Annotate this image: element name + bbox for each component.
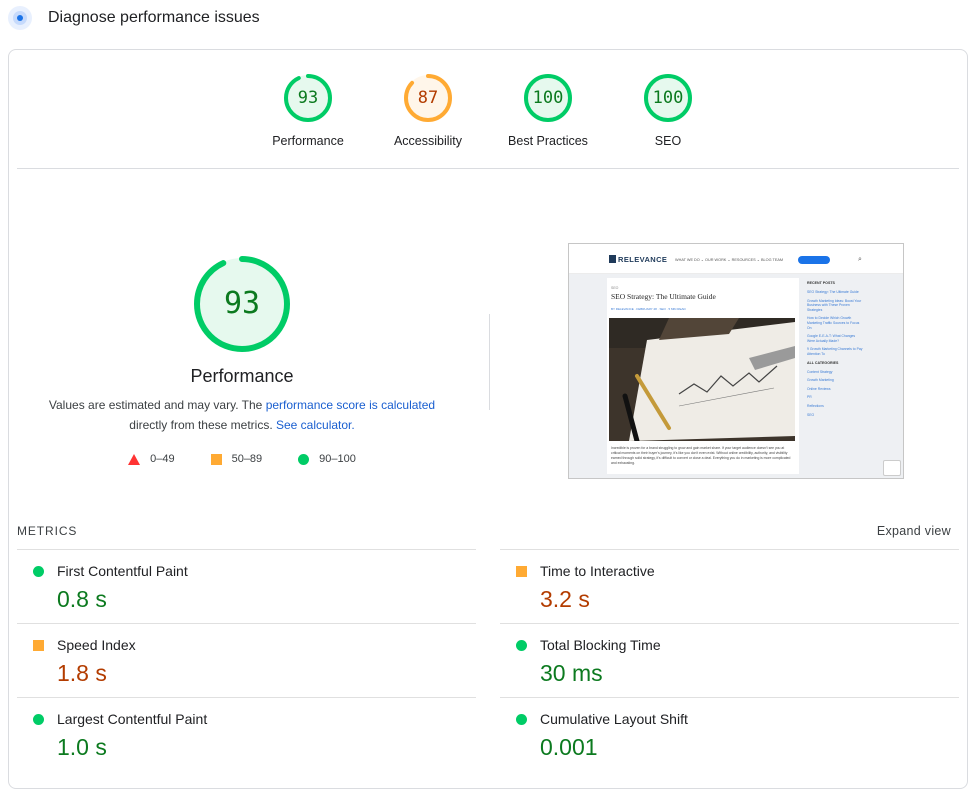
metric-name: Time to Interactive <box>540 563 655 579</box>
thumb-sidebar-link: Online Reviews <box>807 387 863 392</box>
thumb-logo: RELEVANCE <box>609 255 667 264</box>
thumb-cta-button <box>798 256 830 264</box>
thumb-sidebar-link: PR <box>807 395 863 400</box>
gauge-label: SEO <box>608 134 728 148</box>
legend-average: 50–89 <box>211 453 263 465</box>
expand-view-button[interactable]: Expand view <box>877 524 951 538</box>
metric-speed-index: Speed Index 1.8 s <box>17 623 476 697</box>
thumb-sidebar-heading: ALL CATEGORIES <box>807 361 899 365</box>
thumb-article-text: Incredible is proven for a brand struggl… <box>611 446 791 466</box>
performance-title: Performance <box>35 366 449 387</box>
gauge-label: Accessibility <box>368 134 488 148</box>
performance-score: 93 <box>192 254 292 354</box>
performance-summary: 93 Performance Values are estimated and … <box>35 254 449 465</box>
metric-largest-contentful-paint: Largest Contentful Paint 1.0 s <box>17 697 476 771</box>
category-gauges: 93 Performance 87 Accessibility 100 Best… <box>9 50 967 170</box>
desc-text: directly from these metrics. <box>129 418 272 432</box>
gauge-label: Performance <box>248 134 368 148</box>
lighthouse-icon <box>8 6 32 30</box>
thumb-sidebar-link: SEO <box>807 413 863 418</box>
metrics-column-left: First Contentful Paint 0.8 s Speed Index… <box>17 549 476 771</box>
gauge-score: 100 <box>488 72 608 124</box>
thumb-sidebar-link: Content Strategy <box>807 370 863 375</box>
average-square-icon <box>516 566 527 577</box>
thumb-sidebar-link: 9 Growth Marketing Channels to Pay Atten… <box>807 347 863 356</box>
metric-name: Cumulative Layout Shift <box>540 711 688 727</box>
thumb-article-meta: BY RELEVANCE · FEBRUARY 28 · SEO · 5 MIN… <box>611 307 686 311</box>
gauge-label: Best Practices <box>488 134 608 148</box>
thumb-article-title: SEO Strategy: The Ultimate Guide <box>611 292 716 301</box>
thumb-sidebar-link: Reflections <box>807 404 863 409</box>
metric-name: Largest Contentful Paint <box>57 711 207 727</box>
gauge-seo[interactable]: 100 SEO <box>608 72 728 148</box>
thumb-menu: WHAT WE DO ⌄ OUR WORK ⌄ RESOURCES ⌄ BLOG… <box>675 257 783 262</box>
metric-value: 0.8 s <box>57 586 107 613</box>
page-screenshot: RELEVANCE WHAT WE DO ⌄ OUR WORK ⌄ RESOUR… <box>568 243 904 479</box>
thumb-sidebar: RECENT POSTS SEO Strategy: The Ultimate … <box>807 278 899 474</box>
metrics-column-right: Time to Interactive 3.2 s Total Blocking… <box>500 549 959 771</box>
see-calculator-link[interactable]: See calculator. <box>276 418 355 432</box>
legend-pass: 90–100 <box>298 453 356 465</box>
section-header[interactable]: Diagnose performance issues <box>8 4 260 32</box>
recaptcha-icon <box>883 460 901 476</box>
metric-total-blocking-time: Total Blocking Time 30 ms <box>500 623 959 697</box>
metric-cumulative-layout-shift: Cumulative Layout Shift 0.001 <box>500 697 959 771</box>
legend-range: 50–89 <box>232 453 263 465</box>
gauge-score: 93 <box>248 72 368 124</box>
search-icon: ⌕ <box>858 256 862 264</box>
section-title: Diagnose performance issues <box>48 9 260 27</box>
gauge-score: 87 <box>368 72 488 124</box>
average-square-icon <box>33 640 44 651</box>
pass-circle-icon <box>516 714 527 725</box>
metric-value: 30 ms <box>540 660 603 687</box>
score-calculated-link[interactable]: performance score is calculated <box>266 398 435 412</box>
legend-range: 0–49 <box>150 453 174 465</box>
pass-circle-icon <box>33 714 44 725</box>
metric-name: Total Blocking Time <box>540 637 661 653</box>
metric-value: 1.0 s <box>57 734 107 761</box>
metric-value: 1.8 s <box>57 660 107 687</box>
metric-name: Speed Index <box>57 637 136 653</box>
gauge-score: 100 <box>608 72 728 124</box>
thumb-sidebar-link: SEO Strategy: The Ultimate Guide <box>807 290 863 295</box>
vertical-divider <box>489 314 490 410</box>
gauge-performance[interactable]: 93 Performance <box>248 72 368 148</box>
gauge-best-practices[interactable]: 100 Best Practices <box>488 72 608 148</box>
performance-gauge: 93 <box>192 254 292 354</box>
legend-range: 90–100 <box>319 453 356 465</box>
metric-first-contentful-paint: First Contentful Paint 0.8 s <box>17 549 476 623</box>
fail-triangle-icon <box>128 454 140 465</box>
thumb-sidebar-link: Growth Marketing <box>807 378 863 383</box>
divider <box>17 168 959 169</box>
metric-value: 0.001 <box>540 734 598 761</box>
thumb-article: SEO SEO Strategy: The Ultimate Guide BY … <box>607 278 799 474</box>
thumb-sidebar-link: How to Decide Which Growth Marketing Tra… <box>807 316 863 330</box>
pass-circle-icon <box>298 454 309 465</box>
report-card: 93 Performance 87 Accessibility 100 Best… <box>8 49 968 789</box>
desc-text: Values are estimated and may vary. The <box>49 398 262 412</box>
metric-time-to-interactive: Time to Interactive 3.2 s <box>500 549 959 623</box>
pass-circle-icon <box>33 566 44 577</box>
gauge-accessibility[interactable]: 87 Accessibility <box>368 72 488 148</box>
thumb-sidebar-heading: RECENT POSTS <box>807 281 899 285</box>
average-square-icon <box>211 454 222 465</box>
thumb-article-image <box>609 318 795 441</box>
metric-name: First Contentful Paint <box>57 563 188 579</box>
thumb-sidebar-link: Google E-E-A-T: What Changes Were Actual… <box>807 334 863 343</box>
metric-value: 3.2 s <box>540 586 590 613</box>
performance-description: Values are estimated and may vary. The p… <box>35 395 449 435</box>
score-legend: 0–49 50–89 90–100 <box>35 453 449 465</box>
thumb-crumb: SEO <box>611 286 618 290</box>
thumb-navbar: RELEVANCE WHAT WE DO ⌄ OUR WORK ⌄ RESOUR… <box>569 244 903 274</box>
pass-circle-icon <box>516 640 527 651</box>
metrics-heading: METRICS <box>17 524 77 538</box>
legend-fail: 0–49 <box>128 453 174 465</box>
thumb-sidebar-link: Growth Marketing Ideas: Boost Your Busin… <box>807 299 863 313</box>
